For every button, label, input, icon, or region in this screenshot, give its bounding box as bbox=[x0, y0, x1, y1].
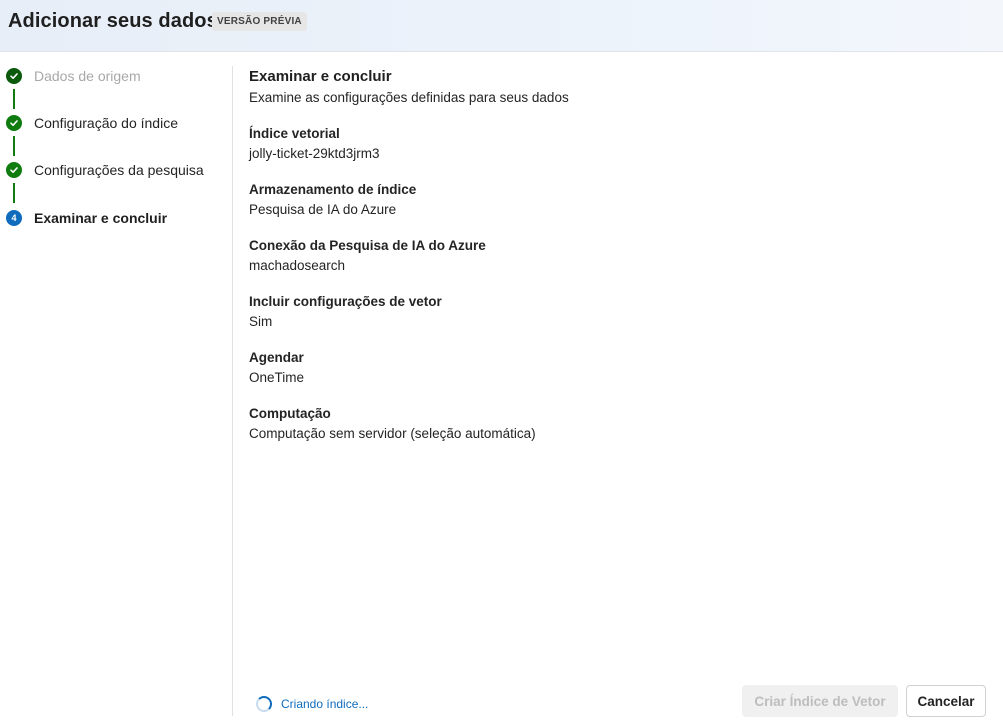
field-value: Sim bbox=[249, 314, 273, 329]
field-index-storage: Armazenamento de índice Pesquisa de IA d… bbox=[249, 182, 949, 217]
field-schedule: Agendar OneTime bbox=[249, 350, 949, 385]
cancel-button[interactable]: Cancelar bbox=[906, 685, 986, 717]
step-connector bbox=[13, 136, 15, 156]
field-label: Incluir configurações de vetor bbox=[249, 294, 442, 309]
step-label: Configuração do índice bbox=[34, 115, 178, 131]
field-value: OneTime bbox=[249, 370, 305, 385]
step-search-settings[interactable]: Configurações da pesquisa bbox=[6, 159, 204, 181]
checkmark-circle-icon bbox=[6, 162, 22, 178]
preview-badge: VERSÃO PRÉVIA bbox=[212, 12, 307, 31]
field-label: Computação bbox=[249, 406, 331, 421]
field-value: Computação sem servidor (seleção automát… bbox=[249, 426, 536, 441]
field-label: Agendar bbox=[249, 350, 304, 365]
step-index-config[interactable]: Configuração do índice bbox=[6, 112, 178, 134]
field-search-connection: Conexão da Pesquisa de IA do Azure macha… bbox=[249, 238, 949, 273]
step-review-finish[interactable]: 4 Examinar e concluir bbox=[6, 207, 167, 229]
panel-divider bbox=[232, 66, 233, 716]
section-heading: Examinar e concluir bbox=[249, 68, 392, 85]
create-vector-index-button[interactable]: Criar Índice de Vetor bbox=[742, 685, 898, 717]
creating-status: Criando índice... bbox=[256, 695, 368, 713]
field-vector-settings: Incluir configurações de vetor Sim bbox=[249, 294, 949, 329]
status-text: Criando índice... bbox=[281, 697, 369, 711]
field-compute: Computação Computação sem servidor (sele… bbox=[249, 406, 949, 441]
spinner-icon bbox=[256, 696, 272, 712]
field-label: Índice vetorial bbox=[249, 126, 340, 141]
field-value: machadosearch bbox=[249, 258, 346, 273]
dialog-header: Adicionar seus dados VERSÃO PRÉVIA bbox=[0, 0, 1003, 52]
step-label: Dados de origem bbox=[34, 68, 141, 84]
field-value: jolly-ticket-29ktd3jrm3 bbox=[249, 146, 380, 161]
checkmark-circle-icon bbox=[6, 68, 22, 84]
step-source-data[interactable]: Dados de origem bbox=[6, 65, 141, 87]
field-label: Conexão da Pesquisa de IA do Azure bbox=[249, 238, 486, 253]
step-label: Configurações da pesquisa bbox=[34, 162, 204, 178]
checkmark-circle-icon bbox=[6, 115, 22, 131]
step-connector bbox=[13, 183, 15, 203]
field-label: Armazenamento de índice bbox=[249, 182, 417, 197]
section-subtitle: Examine as configurações definidas para … bbox=[249, 90, 569, 105]
step-connector bbox=[13, 89, 15, 109]
field-value: Pesquisa de IA do Azure bbox=[249, 202, 397, 217]
step-number-badge: 4 bbox=[6, 210, 22, 226]
field-vector-index: Índice vetorial jolly-ticket-29ktd3jrm3 bbox=[249, 126, 949, 161]
dialog-title: Adicionar seus dados bbox=[8, 10, 218, 32]
step-label: Examinar e concluir bbox=[34, 210, 168, 226]
